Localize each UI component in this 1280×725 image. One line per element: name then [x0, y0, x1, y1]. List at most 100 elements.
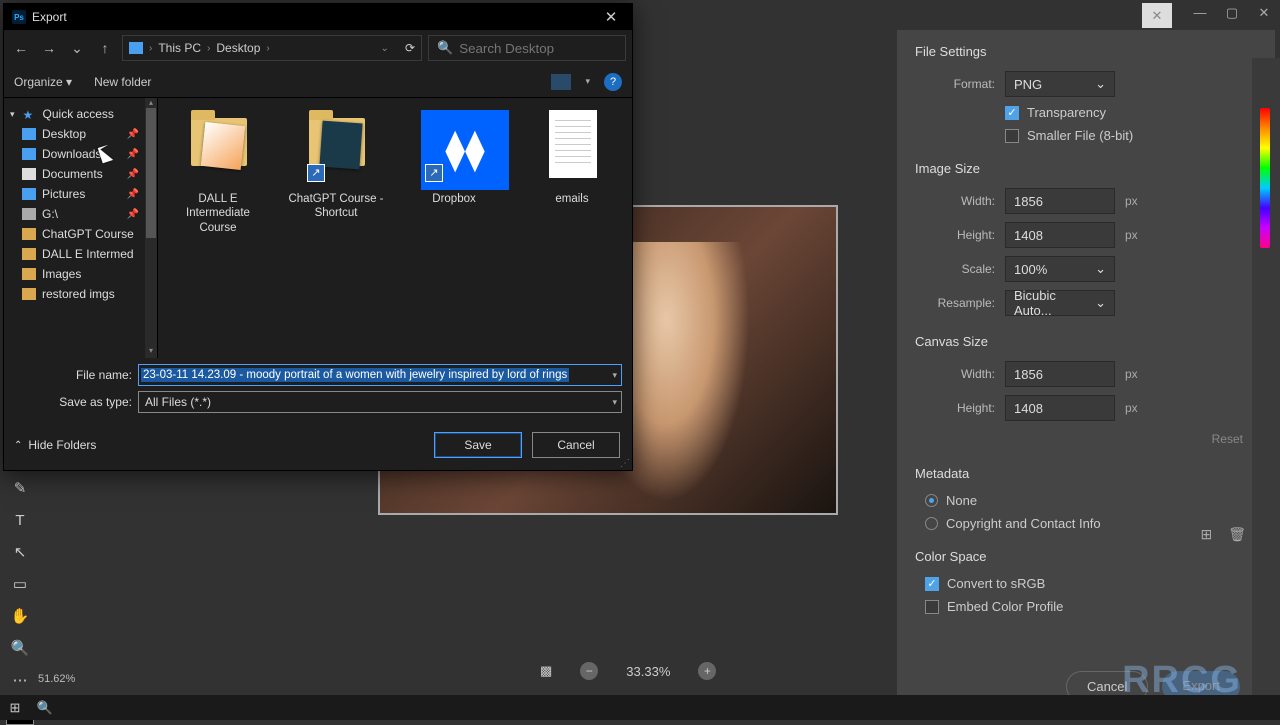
sidebar-item-dalle[interactable]: DALL E Intermed	[4, 244, 157, 264]
sidebar-item-pictures[interactable]: Pictures📌	[4, 184, 157, 204]
hue-bar[interactable]	[1260, 108, 1270, 248]
file-list[interactable]: DALL E Intermediate Course ChatGPT Cours…	[158, 98, 632, 358]
convert-srgb-label: Convert to sRGB	[947, 576, 1045, 591]
minimize-button[interactable]: —	[1184, 0, 1216, 25]
smaller-file-checkbox[interactable]	[1005, 129, 1019, 143]
height-input[interactable]: 1408	[1005, 222, 1115, 248]
smaller-file-label: Smaller File (8-bit)	[1027, 128, 1133, 143]
preview-crop-icon[interactable]: ▩	[540, 663, 552, 679]
embed-profile-checkbox[interactable]	[925, 600, 939, 614]
photoshop-icon: Ps	[12, 10, 26, 24]
convert-srgb-checkbox[interactable]	[925, 577, 939, 591]
sidebar-item-documents[interactable]: Documents📌	[4, 164, 157, 184]
resample-select[interactable]: Bicubic Auto...⌄	[1005, 290, 1115, 316]
breadcrumb-bar[interactable]: › This PC › Desktop › ⌄ ⟳	[122, 35, 422, 61]
new-folder-button[interactable]: New folder	[94, 75, 151, 89]
statusbar-zoom: 51.62%	[38, 673, 75, 685]
scale-label: Scale:	[915, 262, 995, 276]
breadcrumb-dropdown-icon[interactable]: ⌄	[381, 43, 389, 54]
format-select[interactable]: PNG⌄	[1005, 71, 1115, 97]
star-icon: ★	[23, 108, 37, 120]
dialog-title: Export	[32, 10, 67, 24]
pin-icon: 📌	[127, 169, 139, 180]
sidebar-item-images[interactable]: Images	[4, 264, 157, 284]
scroll-down-icon[interactable]: ▾	[145, 346, 157, 358]
windows-start-icon[interactable]: ⊞	[0, 695, 30, 720]
metadata-copyright-radio[interactable]	[925, 517, 938, 530]
resample-label: Resample:	[915, 296, 995, 310]
pin-icon: 📌	[127, 149, 139, 160]
zoom-out-button[interactable]: −	[580, 662, 598, 680]
chevron-down-icon[interactable]: ▾	[10, 109, 15, 120]
pointer-tool-icon[interactable]: ↖	[6, 539, 34, 565]
metadata-none-radio[interactable]	[925, 494, 938, 507]
taskbar-search-icon[interactable]: 🔍	[30, 695, 60, 720]
text-tool-icon[interactable]: T	[6, 507, 34, 533]
view-dropdown-icon[interactable]: ▾	[585, 76, 590, 87]
shortcut-badge-icon	[425, 164, 443, 182]
filename-input[interactable]: 23-03-11 14.23.09 - moody portrait of a …	[138, 364, 622, 386]
zoom-in-button[interactable]: +	[698, 662, 716, 680]
file-item-chatgpt-shortcut[interactable]: ChatGPT Course - Shortcut	[286, 106, 386, 221]
canvas-height-input[interactable]: 1408	[1005, 395, 1115, 421]
folder-icon	[22, 248, 36, 260]
add-icon[interactable]: ⊞	[1200, 526, 1212, 543]
nav-back-button[interactable]: ←	[10, 37, 32, 59]
sidebar-scrollbar[interactable]: ▴ ▾	[145, 98, 157, 358]
zoom-tool-icon[interactable]: 🔍	[6, 635, 34, 661]
breadcrumb-0[interactable]: This PC	[158, 41, 201, 55]
help-button[interactable]: ?	[604, 73, 622, 91]
pin-icon: 📌	[127, 189, 139, 200]
pen-tool-icon[interactable]: ✎	[6, 475, 34, 501]
nav-up-button[interactable]: ↑	[94, 37, 116, 59]
sidebar-item-chatgpt-course[interactable]: ChatGPT Course	[4, 224, 157, 244]
sidebar-item-restored[interactable]: restored imgs	[4, 284, 157, 304]
file-item-dropbox[interactable]: ⧫⧫ Dropbox	[404, 106, 504, 206]
shape-tool-icon[interactable]: ▭	[6, 571, 34, 597]
search-input[interactable]	[459, 41, 617, 56]
file-item-dalle-course[interactable]: DALL E Intermediate Course	[168, 106, 268, 235]
resize-grip-icon[interactable]: ⋰	[620, 458, 630, 468]
zoom-level-text: 33.33%	[626, 664, 670, 679]
file-item-emails[interactable]: emails	[522, 106, 622, 206]
more-tools-icon[interactable]: ⋯	[6, 667, 34, 693]
hand-tool-icon[interactable]: ✋	[6, 603, 34, 629]
transparency-checkbox[interactable]	[1005, 106, 1019, 120]
dialog-close-button[interactable]: ✕	[594, 4, 628, 30]
search-icon: 🔍	[437, 40, 453, 56]
panel-close-button[interactable]: ✕	[1142, 3, 1172, 28]
scrollbar-thumb[interactable]	[146, 108, 156, 238]
hide-folders-toggle[interactable]: ⌃ Hide Folders	[14, 438, 96, 452]
organize-menu[interactable]: Organize ▾	[14, 75, 72, 89]
scale-select[interactable]: 100%⌄	[1005, 256, 1115, 282]
sidebar-item-g-drive[interactable]: G:\📌	[4, 204, 157, 224]
trash-icon[interactable]: 🗑	[1228, 526, 1246, 543]
nav-forward-button[interactable]: →	[38, 37, 60, 59]
save-button[interactable]: Save	[434, 432, 522, 458]
shortcut-badge-icon	[307, 164, 325, 182]
close-app-button[interactable]: ✕	[1248, 0, 1280, 25]
sidebar-item-desktop[interactable]: Desktop📌	[4, 124, 157, 144]
pin-icon: 📌	[127, 209, 139, 220]
quick-access-header[interactable]: ▾ ★ Quick access	[4, 104, 157, 124]
save-type-select[interactable]: All Files (*.*) ▾	[138, 391, 622, 413]
metadata-copyright-label: Copyright and Contact Info	[946, 516, 1101, 531]
height-label: Height:	[915, 228, 995, 242]
reset-button[interactable]: Reset	[1198, 426, 1257, 452]
maximize-button[interactable]: ▢	[1216, 0, 1248, 25]
drive-icon	[22, 208, 36, 220]
format-label: Format:	[915, 77, 995, 91]
downloads-icon	[22, 148, 36, 160]
sidebar-item-downloads[interactable]: Downloads📌	[4, 144, 157, 164]
nav-history-button[interactable]: ⌄	[66, 37, 88, 59]
view-options-button[interactable]	[551, 74, 571, 90]
refresh-icon[interactable]: ⟳	[405, 41, 415, 55]
cancel-button[interactable]: Cancel	[532, 432, 620, 458]
width-input[interactable]: 1856	[1005, 188, 1115, 214]
filename-dropdown-icon[interactable]: ▾	[612, 370, 617, 381]
canvas-width-input[interactable]: 1856	[1005, 361, 1115, 387]
breadcrumb-1[interactable]: Desktop	[216, 41, 260, 55]
type-dropdown-icon[interactable]: ▾	[612, 397, 617, 408]
search-input-wrapper[interactable]: 🔍	[428, 35, 626, 61]
folder-icon	[22, 288, 36, 300]
